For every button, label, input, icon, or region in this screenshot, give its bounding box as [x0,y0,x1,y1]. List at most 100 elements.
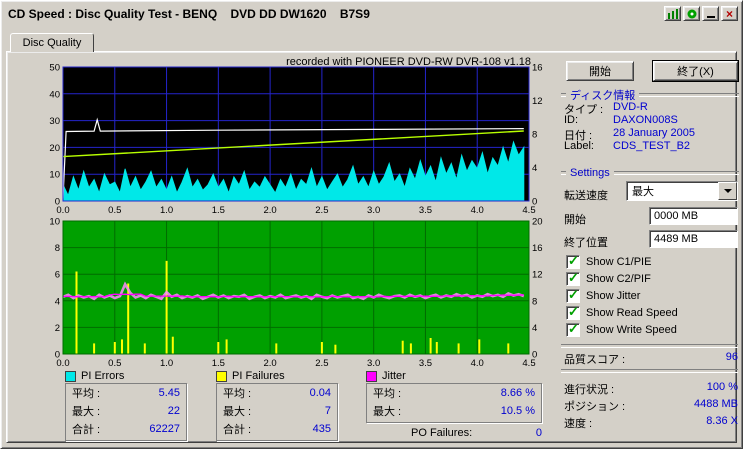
checkbox-show-write-speed[interactable]: ✓ Show Write Speed [566,321,677,337]
checkbox-label: Show Jitter [586,290,641,302]
divider [561,369,738,373]
stat-row: 最大 : 7 [217,402,337,420]
checkbox-box[interactable]: ✓ [566,287,580,303]
checkbox-show-read-speed[interactable]: ✓ Show Read Speed [566,304,678,320]
stat-value: 62227 [149,423,180,435]
stat-value: 22 [167,405,180,417]
position-label: ポジション : [564,401,626,413]
checkbox-box[interactable]: ✓ [566,270,580,286]
disc-id-row: ID: DAXON008S [564,114,738,126]
app-window: CD Speed : Disc Quality Test - BENQ DVD … [0,0,743,449]
pi-failures-jitter-chart: 10 8 6 4 2 0 20 16 12 8 4 0 0.0 0.5 1.0 1.5 2.0 2.5 3.0 3.5… [39,216,555,369]
disc-icon-button[interactable] [683,6,700,21]
minimize-button[interactable] [702,6,719,21]
stat-value: 435 [312,423,331,435]
chart-icon-button[interactable] [664,6,681,21]
svg-text:20: 20 [532,217,543,228]
svg-text:10: 10 [49,217,60,228]
end-position-field[interactable]: 4489 MB [649,230,738,248]
svg-text:12: 12 [532,270,543,281]
speed-row: 速度 : 8.36 X [564,415,738,431]
progress-value: 100 % [706,381,738,393]
svg-text:20: 20 [49,143,60,154]
check-icon: ✓ [568,321,579,336]
tab-disc-quality[interactable]: Disc Quality [10,33,94,52]
stat-label: 平均 : [373,388,402,400]
end-position-value: 4489 MB [654,233,699,245]
legend-pi-errors-title: PI Errors [81,370,125,382]
jitter-stats-box: 平均 : 8.66 % 最大 : 10.5 % [366,383,542,423]
chevron-down-icon [723,189,732,197]
checkbox-label: Show C1/PIE [586,256,652,268]
stat-value: 8.66 % [500,387,535,399]
legend-pi-failures: PI Failures [216,370,285,382]
titlebar: CD Speed : Disc Quality Test - BENQ DVD … [4,4,739,23]
svg-text:8: 8 [532,296,537,307]
checkbox-box[interactable]: ✓ [566,304,580,320]
svg-text:0.0: 0.0 [56,358,69,368]
svg-text:2.0: 2.0 [264,205,277,215]
titlebar-buttons: × [664,6,739,21]
check-icon: ✓ [568,287,579,302]
svg-text:2.5: 2.5 [315,205,328,215]
svg-text:12: 12 [532,96,543,107]
divider [561,344,738,348]
quality-score-value: 96 [725,351,738,363]
stat-row: 平均 : 5.45 [66,384,186,402]
transfer-speed-label: 転送速度 [564,190,608,202]
speed-label: 速度 : [564,418,593,430]
stat-label: 最大 : [373,406,402,418]
start-position-value: 0000 MB [654,210,699,222]
disc-id-value: DAXON008S [613,114,678,126]
transfer-speed-select[interactable]: 最大 [626,181,738,201]
check-icon: ✓ [568,304,579,319]
close-button[interactable]: × [721,6,738,21]
svg-text:16: 16 [532,63,543,74]
jitter-swatch [366,370,377,382]
stat-label: 平均 : [72,388,101,400]
svg-text:6: 6 [55,270,60,281]
check-icon: ✓ [568,253,579,268]
svg-text:8: 8 [55,243,60,254]
svg-text:8: 8 [532,130,537,141]
stat-label: 合計 : [72,424,101,436]
position-value: 4488 MB [693,398,738,410]
exit-button[interactable]: 終了(X) [653,61,738,81]
stat-row: 最大 : 10.5 % [367,402,541,420]
stat-row: 合計 : 435 [217,420,337,438]
checkbox-box[interactable]: ✓ [566,253,580,269]
svg-text:4.5: 4.5 [522,205,535,215]
svg-text:3.5: 3.5 [419,358,432,368]
checkbox-show-jitter[interactable]: ✓ Show Jitter [566,287,641,303]
start-position-label: 開始 [564,214,586,226]
start-position-field[interactable]: 0000 MB [649,207,738,225]
svg-text:0.5: 0.5 [108,358,121,368]
divider [561,93,566,97]
stat-label: 合計 : [223,424,252,436]
checkbox-box[interactable]: ✓ [566,321,580,337]
svg-text:3.5: 3.5 [419,205,432,215]
po-failures-value: 0 [535,427,542,439]
stat-label: 最大 : [223,406,252,418]
legend-jitter: Jitter [366,370,406,382]
svg-text:2: 2 [55,323,60,334]
checkbox-show-c1-pie[interactable]: ✓ Show C1/PIE [566,253,652,269]
stat-row: 最大 : 22 [66,402,186,420]
check-icon: ✓ [568,270,579,285]
svg-text:1.0: 1.0 [160,358,173,368]
end-position-label: 終了位置 [564,237,608,249]
svg-text:4.0: 4.0 [471,205,484,215]
pi-failures-swatch [216,370,227,382]
combo-dropdown-button[interactable] [718,182,737,200]
stat-value: 0.04 [309,387,331,399]
start-button[interactable]: 開始 [566,61,634,81]
disc-label-value: CDS_TEST_B2 [613,140,691,152]
svg-text:0.0: 0.0 [56,205,69,215]
svg-text:30: 30 [49,116,60,127]
checkbox-show-c2-pif[interactable]: ✓ Show C2/PIF [566,270,651,286]
svg-text:1.0: 1.0 [160,205,173,215]
checkbox-label: Show Write Speed [586,324,677,336]
stat-row: 平均 : 8.66 % [367,384,541,402]
svg-text:4: 4 [55,296,60,307]
quality-score-row: 品質スコア : 96 [564,351,738,367]
